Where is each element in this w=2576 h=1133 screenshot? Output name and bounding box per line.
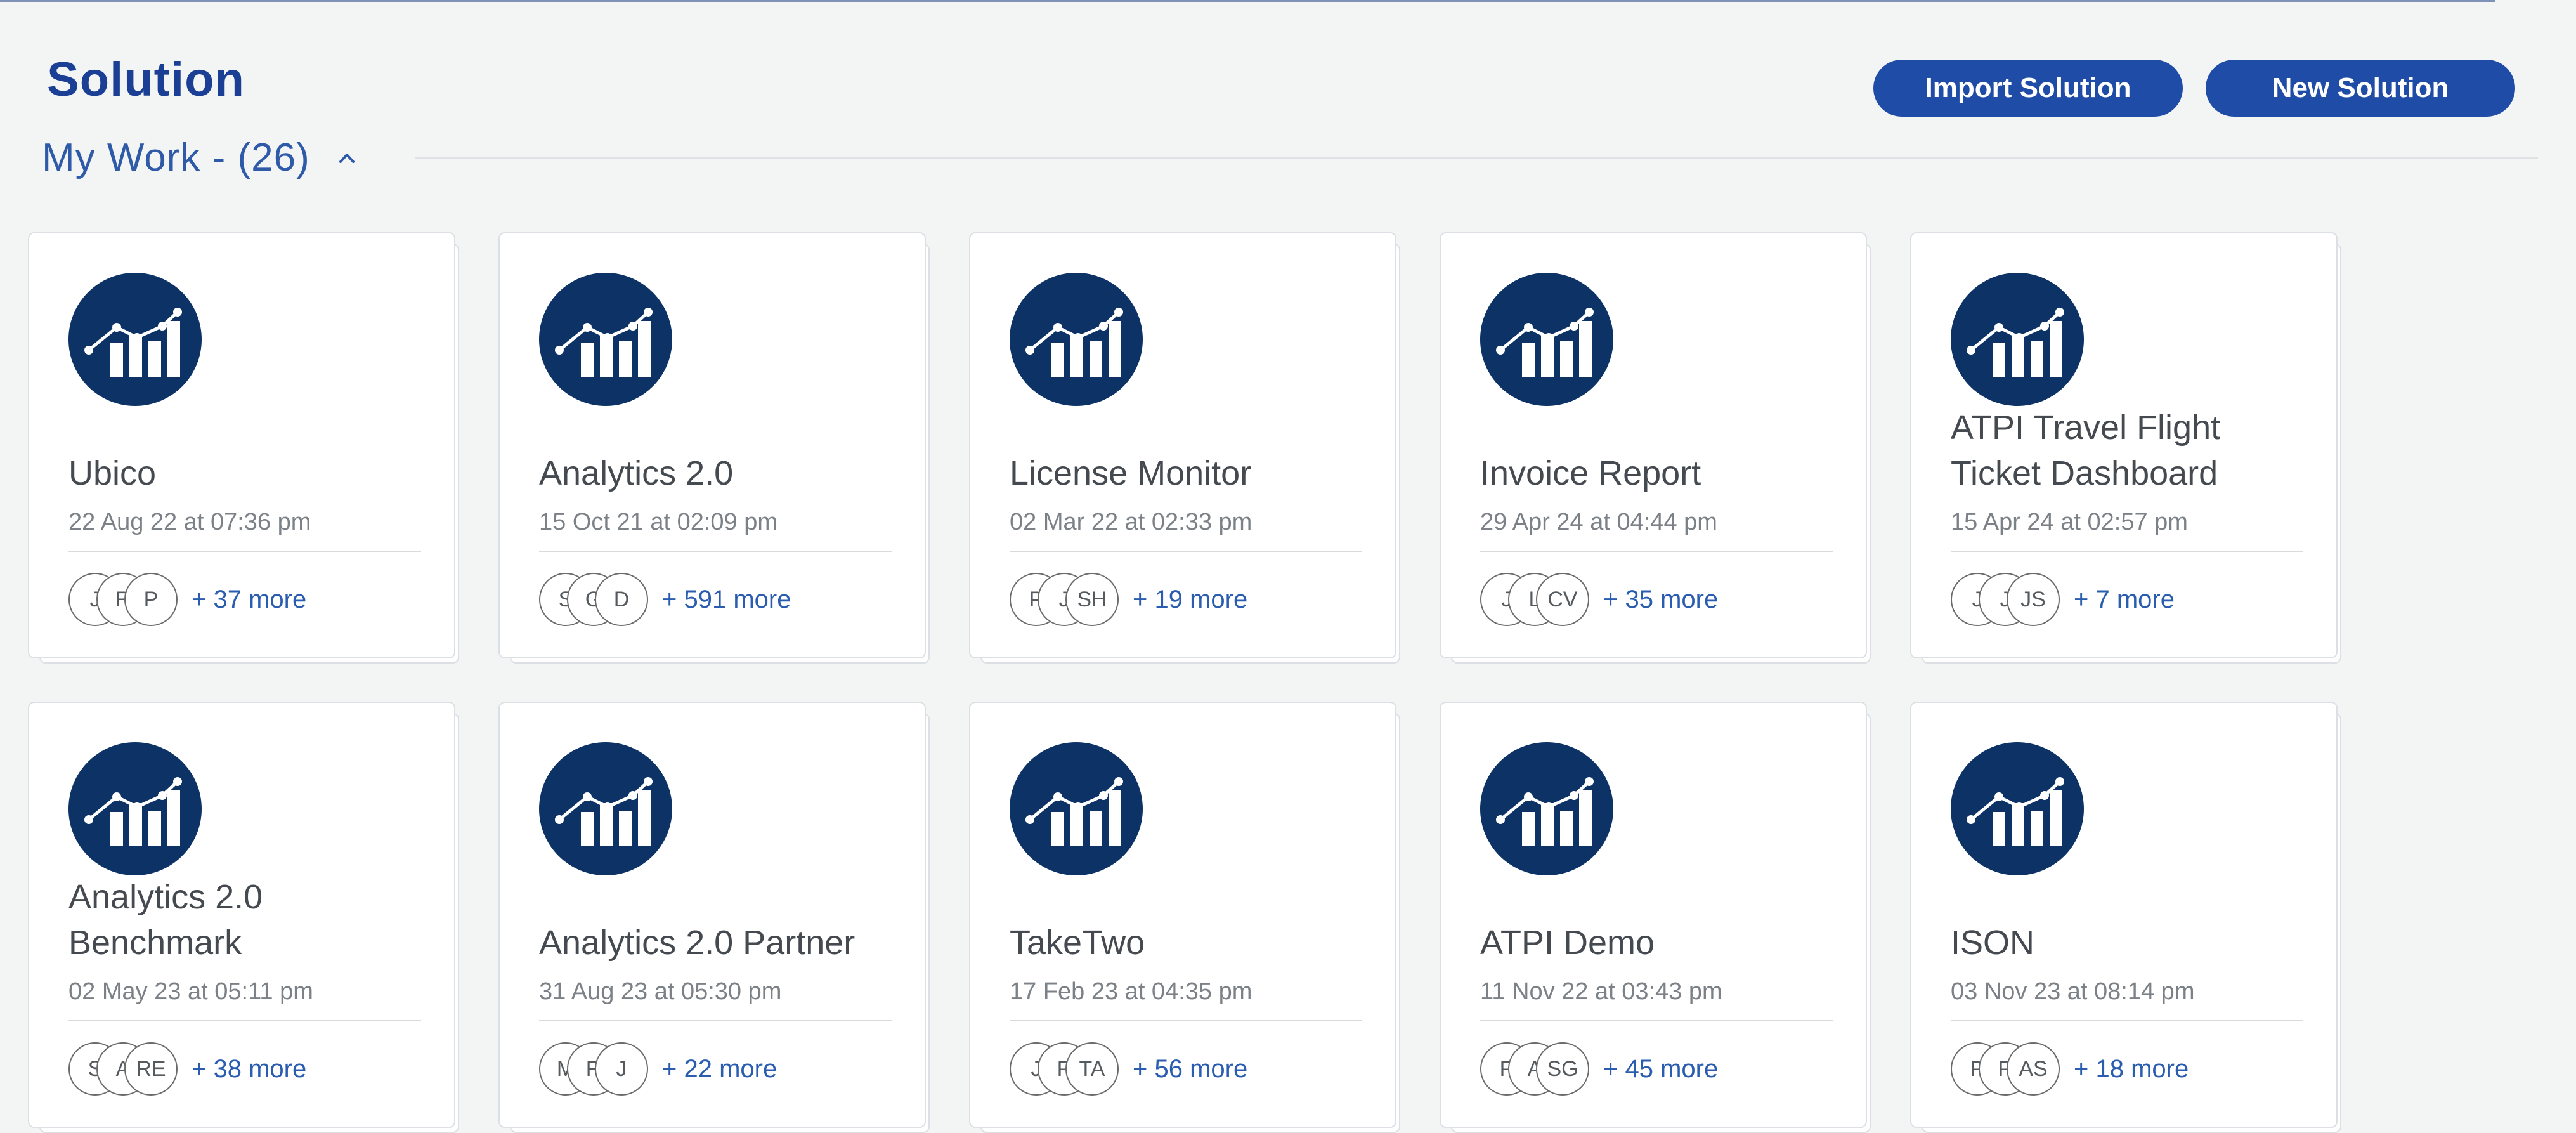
more-members-link[interactable]: + 591 more xyxy=(662,586,791,614)
card-date: 17 Feb 23 at 04:35 pm xyxy=(1010,978,1252,1005)
avatar: JS xyxy=(2007,573,2060,626)
avatar: J xyxy=(595,1042,648,1096)
card-title: TakeTwo xyxy=(1010,924,1145,962)
more-members-link[interactable]: + 38 more xyxy=(192,1055,306,1084)
my-work-section-toggle[interactable]: My Work - (26) xyxy=(42,129,360,187)
avatar: SH xyxy=(1065,573,1119,626)
card-date: 15 Oct 21 at 02:09 pm xyxy=(539,509,778,535)
card-date: 03 Nov 23 at 08:14 pm xyxy=(1951,978,2195,1005)
avatar: AS xyxy=(2007,1042,2060,1096)
solution-card[interactable]: TakeTwo 17 Feb 23 at 04:35 pm J P TA + 5… xyxy=(969,702,1400,1133)
top-border xyxy=(0,0,2495,2)
card-date: 15 Apr 24 at 02:57 pm xyxy=(1951,509,2188,535)
card-title: Ubico xyxy=(68,454,157,492)
member-avatars: S A RE + 38 more xyxy=(68,1040,306,1097)
more-members-link[interactable]: + 35 more xyxy=(1603,586,1718,614)
member-avatars: J P TA + 56 more xyxy=(1010,1040,1247,1097)
more-members-link[interactable]: + 19 more xyxy=(1133,586,1247,614)
analytics-chart-icon xyxy=(1010,742,1143,875)
card-title: Analytics 2.0 xyxy=(539,454,734,492)
analytics-chart-icon xyxy=(1480,273,1613,406)
analytics-chart-icon xyxy=(539,742,672,875)
solution-card[interactable]: License Monitor 02 Mar 22 at 02:33 pm P … xyxy=(969,232,1400,664)
card-date: 22 Aug 22 at 07:36 pm xyxy=(68,509,311,535)
analytics-chart-icon xyxy=(1951,273,2084,406)
card-title: Analytics 2.0 Benchmark xyxy=(68,878,263,962)
member-avatars: P P AS + 18 more xyxy=(1951,1040,2189,1097)
solution-card[interactable]: ATPI Travel Flight Ticket Dashboard 15 A… xyxy=(1910,232,2341,664)
import-solution-button[interactable]: Import Solution xyxy=(1873,60,2183,117)
solution-card[interactable]: ATPI Demo 11 Nov 22 at 03:43 pm P A SG +… xyxy=(1440,702,1871,1133)
solution-card[interactable]: ISON 03 Nov 23 at 08:14 pm P P AS + 18 m… xyxy=(1910,702,2341,1133)
more-members-link[interactable]: + 45 more xyxy=(1603,1055,1718,1084)
member-avatars: J R P + 37 more xyxy=(68,571,306,628)
page-title: Solution xyxy=(47,53,245,107)
card-title: ATPI Travel Flight Ticket Dashboard xyxy=(1951,409,2221,492)
solution-card[interactable]: Ubico 22 Aug 22 at 07:36 pm J R P + 37 m… xyxy=(28,232,459,664)
analytics-chart-icon xyxy=(539,273,672,406)
more-members-link[interactable]: + 56 more xyxy=(1133,1055,1247,1084)
more-members-link[interactable]: + 18 more xyxy=(2074,1055,2189,1084)
chevron-up-icon[interactable] xyxy=(334,145,360,171)
card-title: ISON xyxy=(1951,924,2035,962)
solution-grid: Ubico 22 Aug 22 at 07:36 pm J R P + 37 m… xyxy=(28,232,2341,1133)
member-avatars: P J SH + 19 more xyxy=(1010,571,1247,628)
member-avatars: J L CV + 35 more xyxy=(1480,571,1718,628)
card-date: 02 Mar 22 at 02:33 pm xyxy=(1010,509,1252,535)
section-label: My Work - (26) xyxy=(42,136,310,180)
solution-card[interactable]: Invoice Report 29 Apr 24 at 04:44 pm J L… xyxy=(1440,232,1871,664)
section-divider xyxy=(415,157,2538,159)
card-date: 11 Nov 22 at 03:43 pm xyxy=(1480,978,1722,1005)
new-solution-button[interactable]: New Solution xyxy=(2206,60,2515,117)
solution-card[interactable]: Analytics 2.0 Benchmark 02 May 23 at 05:… xyxy=(28,702,459,1133)
solution-card[interactable]: Analytics 2.0 15 Oct 21 at 02:09 pm S G … xyxy=(498,232,930,664)
analytics-chart-icon xyxy=(68,742,202,875)
avatar: RE xyxy=(124,1042,178,1096)
card-date: 31 Aug 23 at 05:30 pm xyxy=(539,978,782,1005)
more-members-link[interactable]: + 37 more xyxy=(192,586,306,614)
solution-card[interactable]: Analytics 2.0 Partner 31 Aug 23 at 05:30… xyxy=(498,702,930,1133)
analytics-chart-icon xyxy=(1010,273,1143,406)
card-title: ATPI Demo xyxy=(1480,924,1655,962)
card-title: Invoice Report xyxy=(1480,454,1701,492)
avatar: CV xyxy=(1536,573,1589,626)
more-members-link[interactable]: + 22 more xyxy=(662,1055,777,1084)
avatar: D xyxy=(595,573,648,626)
card-date: 02 May 23 at 05:11 pm xyxy=(68,978,313,1005)
avatar: TA xyxy=(1065,1042,1119,1096)
card-title: License Monitor xyxy=(1010,454,1252,492)
member-avatars: S G D + 591 more xyxy=(539,571,791,628)
member-avatars: P A SG + 45 more xyxy=(1480,1040,1718,1097)
card-title: Analytics 2.0 Partner xyxy=(539,924,855,962)
analytics-chart-icon xyxy=(1480,742,1613,875)
analytics-chart-icon xyxy=(1951,742,2084,875)
avatar: SG xyxy=(1536,1042,1589,1096)
avatar: P xyxy=(124,573,178,626)
more-members-link[interactable]: + 7 more xyxy=(2074,586,2175,614)
member-avatars: M R J + 22 more xyxy=(539,1040,777,1097)
analytics-chart-icon xyxy=(68,273,202,406)
card-date: 29 Apr 24 at 04:44 pm xyxy=(1480,509,1717,535)
member-avatars: J J JS + 7 more xyxy=(1951,571,2175,628)
